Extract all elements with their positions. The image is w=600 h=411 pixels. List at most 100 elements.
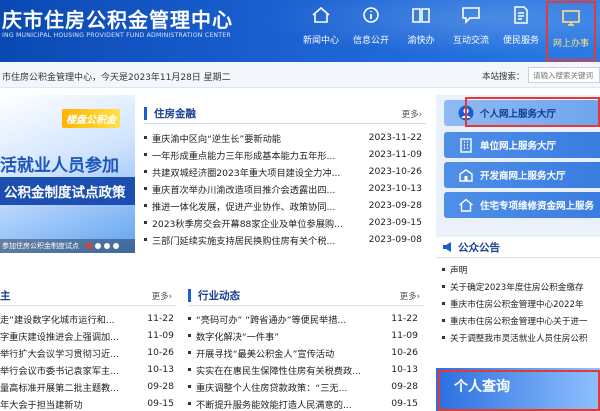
bullet-icon	[442, 285, 445, 288]
bullet-icon	[188, 334, 191, 337]
bullet-icon	[442, 319, 445, 322]
list-item[interactable]: 关于调整我市灵活就业人员住房公积	[442, 329, 600, 346]
building-icon	[460, 138, 472, 153]
industry-news-list: “亮码可办” “跨省通办”等便民举措... 11-22 数字化解决“一件事” 11-…	[188, 310, 418, 411]
list-item[interactable]: 一年形成重点能力三年形成基本能力五年形... 2023-11-09	[144, 146, 422, 163]
search-label: 本站搜索：	[482, 72, 525, 82]
list-item[interactable]: 实实在在惠民生保障性住房有关税费政... 10-13	[188, 361, 418, 378]
megaphone-icon	[443, 242, 451, 252]
section-title[interactable]: 主	[0, 288, 11, 303]
info-icon	[363, 7, 379, 23]
list-item[interactable]: “亮码可办” “跨省通办”等便民举措... 11-22	[188, 310, 418, 327]
banner-carousel[interactable]: 楼盘公积金 活就业人员参加 公积金制度试点政策 参加住房公积金制度试点	[0, 95, 135, 253]
list-item[interactable]: 举行会议市委书记袁家军主... 10-13	[0, 361, 174, 378]
banner-headline: 活就业人员参加	[0, 156, 119, 176]
list-item[interactable]: 量高标准开展第二批主题教... 09-28	[0, 378, 174, 395]
unit-service-button[interactable]: 单位网上服务大厅	[444, 132, 600, 158]
list-item[interactable]: 重庆首次举办川渝改造项目推介会透露出四... 2023-10-13	[144, 180, 422, 197]
nav-label: 便民服务	[502, 36, 539, 46]
list-item[interactable]: 声明	[442, 261, 600, 278]
carousel-dot[interactable]	[104, 243, 110, 249]
chat-icon	[462, 7, 480, 24]
info-strip: 市住房公积金管理中心，今天是2023年11月28日 星期二 本站搜索：	[0, 62, 600, 88]
list-item[interactable]: 三部门延续实施支持居民换购住房有关个税... 2023-09-08	[144, 231, 422, 248]
list-item[interactable]: 字重庆建设推进会上强调加... 11-09	[0, 327, 174, 344]
service-label: 开发商网上服务大厅	[480, 171, 566, 182]
bullet-icon	[144, 204, 147, 207]
more-link[interactable]: 更多›	[152, 290, 172, 302]
carousel-dot[interactable]	[86, 243, 92, 249]
list-item[interactable]: 共建双城经济圈2023年重大项目建设全力冲... 2023-10-26	[144, 163, 422, 180]
bullet-icon	[188, 368, 191, 371]
carousel-dots	[86, 243, 119, 249]
notices-list: 声明 关于确定2023年度住房公积金缴存 重庆市住房公积金管理中心2022年 重…	[442, 261, 600, 346]
carousel-dot[interactable]	[113, 243, 119, 249]
section-marker	[188, 289, 191, 302]
bullet-icon	[188, 317, 191, 320]
left-news-header: 主 更多›	[0, 286, 176, 306]
welcome-text: 市住房公积金管理中心，今天是2023年11月28日 星期二	[2, 73, 231, 83]
list-item[interactable]: 开展寻找“最美公积金人”宣传活动 10-26	[188, 344, 418, 361]
carousel-dot[interactable]	[95, 243, 101, 249]
nav-label: 新闻中心	[302, 36, 339, 46]
nav-label: 渝快办	[407, 36, 435, 46]
industry-news-header: 行业动态 更多›	[188, 286, 424, 306]
bullet-icon	[188, 351, 191, 354]
search-input[interactable]	[528, 67, 600, 83]
site-title[interactable]: 庆市住房公积金管理中心	[2, 4, 233, 33]
section-title[interactable]: 公众公告	[458, 240, 500, 255]
bullet-icon	[144, 238, 147, 241]
list-item[interactable]: 重庆调整个人住房贷款政策：“三无... 09-28	[188, 378, 418, 395]
bullet-icon	[144, 170, 147, 173]
list-item[interactable]: 年大会于担当建新功 09-15	[0, 395, 174, 411]
nav-online-service[interactable]: 网上办事	[546, 1, 596, 61]
banner-tag: 楼盘公积金	[62, 109, 120, 128]
list-item[interactable]: 重庆市住房公积金管理中心2022年	[442, 295, 600, 312]
bullet-icon	[188, 402, 191, 405]
developer-service-button[interactable]: 开发商网上服务大厅	[444, 162, 600, 188]
nav-info-disclosure[interactable]: 信息公开	[346, 0, 396, 62]
bullet-icon	[144, 221, 147, 224]
nav-label: 信息公开	[352, 36, 389, 46]
housing-finance-header: 住房金融 更多›	[144, 104, 426, 124]
list-item[interactable]: 不断提升服务能效能打造人民满意的... 09-15	[188, 395, 418, 411]
nav-label: 网上办事	[552, 39, 589, 49]
nav-convenience[interactable]: 便民服务	[496, 0, 546, 62]
notices-header: 公众公告	[436, 238, 600, 258]
highlight-box	[465, 97, 600, 127]
service-label: 住宅专项维修资金网上服务	[480, 201, 595, 212]
list-item[interactable]: 走”建设数字化城市运行和... 11-22	[0, 310, 174, 327]
bullet-icon	[188, 385, 191, 388]
list-item[interactable]: 重庆渝中区向“逆生长”要新动能 2023-11-22	[144, 129, 422, 146]
bullet-icon	[144, 187, 147, 190]
nav-interaction[interactable]: 互动交流	[446, 0, 496, 62]
monitor-icon	[562, 10, 580, 26]
bullet-icon	[144, 136, 147, 139]
more-link[interactable]: 更多›	[402, 108, 422, 120]
site-header: 庆市住房公积金管理中心 ING MUNICIPAL HOUSING PROVID…	[0, 0, 600, 62]
nav-news-center[interactable]: 新闻中心	[296, 0, 346, 62]
list-item[interactable]: 重庆市住房公积金管理中心关于进一	[442, 312, 600, 329]
home-icon	[312, 6, 330, 23]
nav-yukuaiban[interactable]: 渝快办	[396, 0, 446, 62]
section-title[interactable]: 住房金融	[154, 106, 196, 121]
house-icon	[459, 198, 473, 212]
section-marker	[144, 107, 147, 120]
more-link[interactable]: 更多›	[400, 290, 420, 302]
site-subtitle: ING MUNICIPAL HOUSING PROVIDENT FUND ADM…	[2, 32, 231, 39]
bullet-icon	[442, 336, 445, 339]
bullet-icon	[442, 268, 445, 271]
book-icon	[412, 8, 430, 23]
main-nav: 新闻中心 信息公开 渝快办 互动交流 便民服务 网上办事	[296, 0, 596, 62]
section-title[interactable]: 行业动态	[198, 288, 240, 303]
list-item[interactable]: 2023秋季房交会开幕88家企业及单位参展购... 2023-09-15	[144, 214, 422, 231]
highlight-box	[438, 370, 600, 411]
list-item[interactable]: 举行扩大会议学习贯彻习近... 10-26	[0, 344, 174, 361]
service-label: 单位网上服务大厅	[480, 141, 557, 152]
list-item[interactable]: 关于确定2023年度住房公积金缴存	[442, 278, 600, 295]
maintenance-fund-service-button[interactable]: 住宅专项维修资金网上服务	[444, 192, 600, 218]
list-item[interactable]: 推进一体化发展，促进产业协作、政策协同... 2023-09-28	[144, 197, 422, 214]
bullet-icon	[442, 302, 445, 305]
list-item[interactable]: 数字化解决“一件事” 11-09	[188, 327, 418, 344]
developer-icon	[459, 169, 473, 182]
